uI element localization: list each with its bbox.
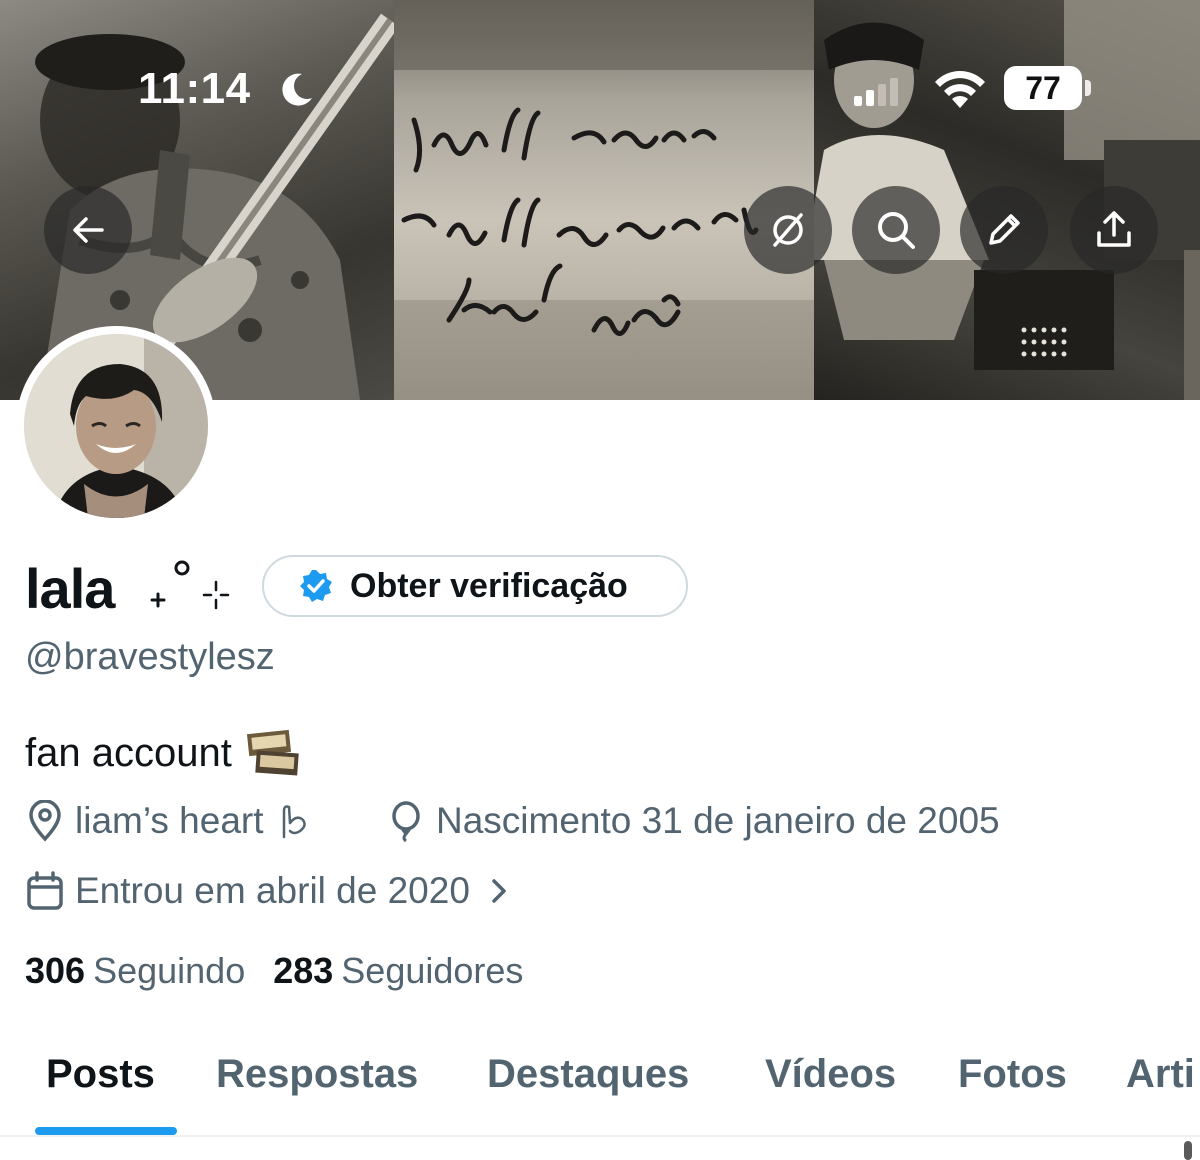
calendar-icon: [27, 871, 63, 910]
balloon-icon: [392, 801, 420, 842]
bio-text: fan account: [25, 730, 232, 775]
chevron-right-icon: [492, 879, 506, 903]
translate-icon: [773, 213, 803, 247]
location-text: liam’s heart: [75, 800, 264, 841]
tab-videos[interactable]: Vídeos: [765, 1052, 896, 1097]
tab-fotos[interactable]: Fotos: [958, 1052, 1067, 1097]
get-verified-button[interactable]: Obter verificação: [262, 555, 688, 617]
tab-posts[interactable]: Posts: [46, 1052, 155, 1097]
profile-tabs: Posts Respostas Destaques Vídeos Fotos A…: [0, 1040, 1200, 1136]
profile-location: liam’s heart: [25, 800, 314, 842]
search-button[interactable]: [852, 186, 940, 274]
get-verified-label: Obter verificação: [350, 566, 628, 605]
active-tab-indicator: [35, 1127, 177, 1135]
wifi-icon: [932, 68, 988, 115]
battery-indicator: 77: [1004, 66, 1082, 110]
avatar-photo: [24, 334, 208, 518]
tab-artigos[interactable]: Arti: [1126, 1052, 1200, 1097]
profile-display-name: lala: [25, 557, 115, 620]
followers-label: Seguidores: [341, 950, 524, 991]
banner-handwriting: [394, 0, 814, 400]
back-arrow-icon: [73, 217, 104, 243]
following-label: Seguindo: [93, 950, 246, 991]
profile-joined-date[interactable]: Entrou em abril de 2020: [25, 870, 510, 912]
birthday-text: Nascimento 31 de janeiro de 2005: [436, 800, 1000, 841]
edit-profile-button[interactable]: [960, 186, 1048, 274]
tab-respostas[interactable]: Respostas: [216, 1052, 418, 1097]
following-link[interactable]: 306 Seguindo: [25, 950, 245, 992]
joined-text: Entrou em abril de 2020: [75, 870, 470, 911]
battery-level: 77: [1025, 69, 1061, 106]
search-icon: [878, 212, 915, 249]
profile-birthday: Nascimento 31 de janeiro de 2005: [386, 800, 1000, 842]
location-pin-icon: [29, 800, 61, 842]
moon-icon: [276, 70, 316, 115]
battery-tip: [1085, 80, 1091, 96]
profile-bio: fan account: [25, 728, 302, 778]
back-button[interactable]: [44, 186, 132, 274]
share-button[interactable]: [1070, 186, 1158, 274]
hand-heart-icon: [282, 805, 306, 839]
name-decoration: [144, 556, 240, 622]
follow-stats: 306 Seguindo 283 Seguidores: [25, 950, 523, 992]
tab-destaques[interactable]: Destaques: [487, 1052, 689, 1097]
verified-badge-icon: [300, 570, 332, 602]
followers-link[interactable]: 283 Seguidores: [273, 950, 523, 992]
followers-count: 283: [273, 950, 334, 991]
film-frames-icon: [246, 729, 299, 776]
translate-button[interactable]: [744, 186, 832, 274]
share-icon: [1097, 211, 1131, 247]
edit-pencil-icon: [989, 214, 1020, 245]
scrollbar[interactable]: [1184, 1141, 1192, 1160]
tabs-divider: [0, 1135, 1200, 1137]
profile-avatar[interactable]: [16, 326, 216, 526]
status-bar-time: 11:14: [138, 64, 251, 113]
following-count: 306: [25, 950, 86, 991]
profile-handle: @bravestylesz: [25, 636, 275, 678]
cellular-signal-icon: [852, 78, 912, 113]
profile-header-banner[interactable]: 11:14 77: [0, 0, 1200, 400]
